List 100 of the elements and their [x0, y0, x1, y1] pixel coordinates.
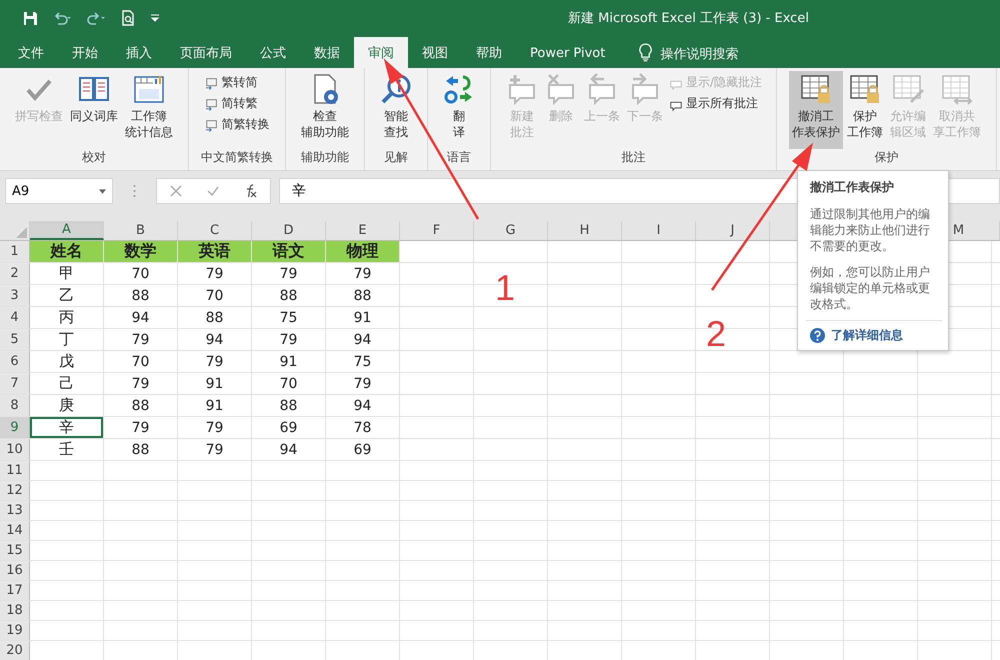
table-cell-text: 69 — [352, 440, 372, 460]
ribbon-button[interactable]: 繁转简 — [202, 73, 272, 92]
column-header[interactable]: E — [326, 221, 400, 240]
row-header[interactable]: 15 — [0, 541, 30, 560]
column-header[interactable]: B — [104, 221, 178, 240]
ribbon-tab[interactable]: 审阅 — [354, 37, 408, 68]
ribbon-tab[interactable]: 视图 — [408, 38, 462, 68]
table-cell-text: 88 — [130, 396, 150, 416]
table-cell-text: 88 — [352, 286, 372, 306]
row-header[interactable]: 12 — [0, 481, 30, 500]
ribbon-button[interactable]: 工作簿 统计信息 — [122, 71, 176, 149]
row-header[interactable]: 18 — [0, 601, 30, 620]
column-header[interactable]: C — [178, 221, 252, 240]
group-label: 保护 — [874, 149, 899, 166]
column-header[interactable]: H — [548, 221, 622, 240]
redo-icon[interactable] — [86, 10, 106, 26]
row-header[interactable]: 4 — [0, 307, 30, 328]
help-icon — [810, 328, 825, 343]
name-box[interactable]: A9 — [5, 178, 113, 204]
undo-icon[interactable] — [52, 10, 72, 26]
ribbon-tab[interactable]: 帮助 — [462, 38, 516, 68]
table-cell-text: 88 — [130, 286, 150, 306]
group-label: 见解 — [384, 149, 408, 166]
ribbon-tab[interactable]: 页面布局 — [166, 38, 246, 68]
table-cell-text: 79 — [278, 330, 298, 350]
ribbon-tab[interactable]: 开始 — [58, 38, 112, 68]
table-cell-text: 丙 — [58, 307, 75, 328]
table-cell-text: 91 — [278, 352, 298, 372]
row-header[interactable]: 11 — [0, 461, 30, 480]
table-cell-text: 70 — [278, 374, 298, 394]
ribbon-tab[interactable]: 数据 — [300, 38, 354, 68]
sheet-lock-icon — [849, 73, 882, 105]
ribbon-button[interactable]: 检查 辅助功能 — [298, 71, 352, 149]
ribbon-tab[interactable]: Power Pivot — [516, 38, 620, 68]
table-cell-text: 88 — [130, 440, 150, 460]
table-cell-text: 79 — [130, 418, 150, 438]
learn-more-link[interactable]: 了解详细信息 — [831, 327, 903, 344]
table-cell-text: 78 — [352, 418, 372, 438]
table-cell-text: 79 — [130, 330, 150, 350]
ribbon-button[interactable]: 简繁转换 — [202, 115, 272, 134]
row-header[interactable]: 2 — [0, 263, 30, 284]
ribbon-tab[interactable]: 文件 — [4, 38, 58, 68]
row-header[interactable]: 9 — [0, 417, 30, 438]
convert-icon — [204, 96, 218, 110]
row-header[interactable]: 5 — [0, 329, 30, 350]
table-cell-text: 91 — [204, 396, 224, 416]
search-field[interactable]: 操作说明搜索 — [660, 40, 770, 68]
ribbon-button[interactable]: 撤消工 作表保护 — [789, 71, 844, 149]
table-cell-text: 70 — [130, 352, 150, 372]
table-cell-text: 丁 — [58, 329, 75, 350]
row-header[interactable]: 6 — [0, 351, 30, 372]
table-cell-text: 79 — [204, 418, 224, 438]
column-header[interactable]: I — [622, 221, 696, 240]
sheet-arrows-icon — [941, 73, 974, 105]
table-cell-text: 88 — [278, 396, 298, 416]
row-header[interactable]: 7 — [0, 373, 30, 394]
cancel-icon[interactable] — [170, 185, 182, 197]
row-header[interactable]: 10 — [0, 439, 30, 460]
column-header[interactable]: G — [474, 221, 548, 240]
row-header[interactable]: 17 — [0, 581, 30, 600]
print-preview-icon[interactable] — [120, 10, 136, 26]
column-header[interactable]: A — [30, 221, 104, 240]
table-cell-text: 94 — [130, 308, 150, 328]
ribbon-button[interactable]: 简转繁 — [202, 94, 272, 113]
row-header[interactable]: 14 — [0, 521, 30, 540]
row-header[interactable]: 16 — [0, 561, 30, 580]
ribbon-tab[interactable]: 插入 — [112, 38, 166, 68]
table-cell: 语文 — [252, 241, 325, 262]
table-cell-text: 79 — [204, 440, 224, 460]
ribbon-button[interactable]: 同义词库 — [67, 71, 121, 149]
row-header[interactable]: 8 — [0, 395, 30, 416]
save-icon[interactable] — [22, 10, 38, 26]
group-label: 辅助功能 — [301, 149, 349, 166]
ribbon-tab[interactable]: 公式 — [246, 38, 300, 68]
table-cell: 数学 — [104, 241, 177, 262]
table-cell-text: 79 — [278, 264, 298, 284]
row-header[interactable]: 13 — [0, 501, 30, 520]
ribbon-button[interactable]: 翻 译 — [440, 71, 478, 149]
table-cell-text: 79 — [352, 374, 372, 394]
row-header[interactable]: 3 — [0, 285, 30, 306]
table-cell-text: 88 — [278, 286, 298, 306]
table-cell-text: 94 — [278, 440, 298, 460]
enter-icon[interactable] — [206, 185, 218, 197]
table-cell: 姓名 — [30, 241, 103, 262]
group-label: 语言 — [447, 149, 471, 166]
table-cell-text: 94 — [352, 330, 372, 350]
ribbon-button[interactable]: 保护 工作簿 — [844, 71, 886, 149]
column-header[interactable]: F — [400, 221, 474, 240]
table-cell-text: 70 — [130, 264, 150, 284]
table-cell-text: 壬 — [58, 439, 75, 460]
row-header[interactable]: 19 — [0, 621, 30, 640]
convert-icon — [204, 76, 218, 90]
row-header[interactable]: 20 — [0, 641, 30, 660]
grip-icon — [133, 184, 136, 198]
column-header[interactable]: D — [252, 221, 326, 240]
group-label: 校对 — [82, 149, 106, 166]
customize-icon[interactable] — [150, 14, 160, 22]
window-title: 新建 Microsoft Excel 工作表 (3) - Excel — [568, 10, 809, 27]
ribbon-button[interactable]: 显示所有批注 — [667, 94, 764, 113]
row-header[interactable]: 1 — [0, 241, 30, 262]
